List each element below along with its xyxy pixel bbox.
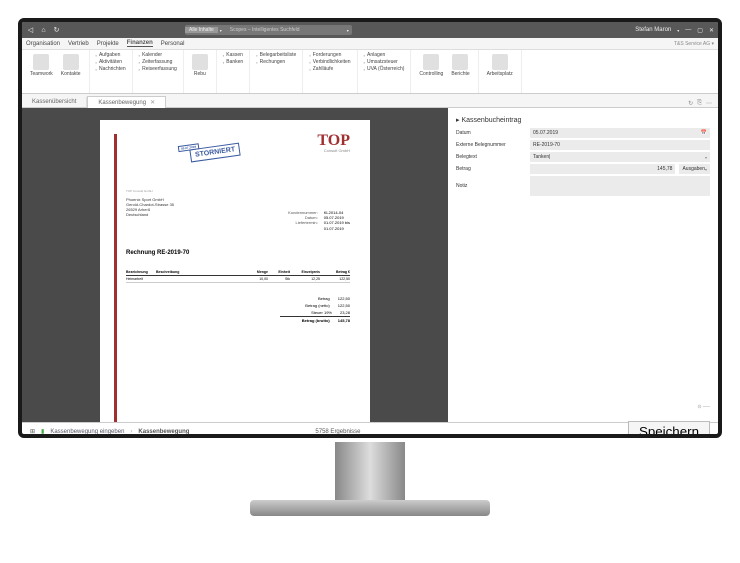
calendar-icon[interactable]: 📅 — [701, 130, 707, 136]
berichte-icon — [452, 54, 468, 70]
ribbon-rechnungen[interactable]: Rechungen — [256, 59, 296, 65]
teamwork-icon — [33, 54, 49, 70]
label-datum: Datum — [456, 130, 526, 136]
totals: Betrag122,50 Betrag (netto)122,50 Steuer… — [280, 295, 350, 324]
menu-organisation[interactable]: Organisation — [26, 41, 60, 47]
ribbon-kassen[interactable]: Kassen — [223, 52, 243, 58]
document-viewer: TOP Consult GmbH 05.07.2019 STORNIERT TO… — [22, 108, 448, 422]
ribbon-aufgaben[interactable]: Aufgaben — [96, 52, 126, 58]
ribbon-berichte[interactable]: Berichte — [449, 52, 471, 79]
storniert-stamp: 05.07.2019 STORNIERT — [189, 143, 241, 163]
breadcrumb-separator: › — [130, 429, 132, 435]
ribbon-rebu[interactable]: Rebu — [190, 52, 210, 79]
brand-bar — [114, 134, 117, 422]
tab-tool-3-icon[interactable]: ⋯ — [706, 100, 712, 107]
menubar: Organisation Vertrieb Projekte Finanzen … — [22, 38, 718, 50]
label-belegtext: Belegtext — [456, 154, 526, 160]
user-chevron-icon[interactable]: ▾ — [677, 28, 679, 33]
user-name[interactable]: Stefan Maron — [635, 27, 671, 33]
ribbon-forderungen[interactable]: Forderungen — [309, 52, 350, 58]
ribbon-kontakte[interactable]: Kontakte — [59, 52, 83, 79]
company-logo: TOP — [317, 134, 350, 148]
tab-kassenbewegung[interactable]: Kassenbewegung✕ — [87, 96, 166, 108]
ribbon-teamwork[interactable]: Teamwork — [28, 52, 55, 79]
status-icon-1[interactable]: ⊞ — [30, 428, 35, 435]
controlling-icon — [423, 54, 439, 70]
mini-status-icon[interactable]: ⊙ ── — [697, 404, 710, 410]
chevron-down-icon[interactable]: ▾ — [705, 155, 707, 160]
tab-tool-2-icon[interactable]: ⎘ — [697, 100, 702, 107]
breadcrumb-current: Kassenbewegung — [138, 429, 189, 435]
select-betrag-typ[interactable]: Ausgaben ▾ — [679, 164, 710, 174]
ribbon-umsatzsteuer[interactable]: Umsatzsteuer — [364, 59, 405, 65]
ribbon: Teamwork Kontakte Aufgaben Aktivitäten N… — [22, 50, 718, 94]
rebu-icon — [192, 54, 208, 70]
ribbon-banken[interactable]: Banken — [223, 59, 243, 65]
recipient-address: TOP Consult GmbH Phoenix Sport GmbH Gero… — [126, 190, 174, 218]
ribbon-reiseerfassung[interactable]: Reiseerfassung — [139, 66, 177, 72]
document-title: Rechnung RE-2019-70 — [126, 250, 189, 256]
input-notiz[interactable] — [530, 176, 710, 196]
tab-close-icon[interactable]: ✕ — [150, 100, 155, 106]
ribbon-verbindlichkeiten[interactable]: Verbindlichkeiten — [309, 59, 350, 65]
search-input[interactable]: Scopes – Intelligentes Suchfeld — [224, 27, 344, 33]
input-belegnummer[interactable]: RE-2019-70 — [530, 140, 710, 150]
ribbon-controlling[interactable]: Controlling — [417, 52, 445, 79]
status-icon-2[interactable]: ▮ — [41, 428, 44, 435]
form-title: ▸ Kassenbucheintrag — [456, 116, 710, 124]
menu-projekte[interactable]: Projekte — [97, 41, 119, 47]
result-count: 5758 Ergebnisse — [315, 429, 360, 435]
statusbar: ⊞ ▮ Kassenbewegung eingeben › Kassenbewe… — [22, 422, 718, 438]
menu-personal[interactable]: Personal — [161, 41, 185, 47]
ribbon-anlagen[interactable]: Anlagen — [364, 52, 405, 58]
tab-kassenuebersicht[interactable]: Kassenübersicht — [22, 97, 87, 107]
maximize-icon[interactable]: ▢ — [697, 27, 703, 34]
company-subtitle: Consult GmbH — [317, 148, 350, 153]
label-betrag: Betrag — [456, 166, 526, 172]
ribbon-zeiterfassung[interactable]: Zeiterfassung — [139, 59, 177, 65]
close-icon[interactable]: ✕ — [709, 27, 714, 34]
company-selector[interactable]: T&S Service AG ▾ — [674, 41, 714, 47]
tab-tool-1-icon[interactable]: ↻ — [688, 100, 693, 107]
ribbon-belegarbeitsliste[interactable]: Belegarbeitsliste — [256, 52, 296, 58]
ribbon-zahllaeufe[interactable]: Zahlläufe — [309, 66, 350, 72]
menu-vertrieb[interactable]: Vertrieb — [68, 41, 89, 47]
save-button[interactable]: Speichern — [628, 421, 710, 438]
arbeitsplatz-icon — [492, 54, 508, 70]
breadcrumb-link[interactable]: Kassenbewegung eingeben — [50, 429, 124, 435]
label-belegnummer: Externe Belegnummer — [456, 142, 526, 148]
input-betrag[interactable]: 145,78 — [530, 164, 675, 174]
line-items-table: BezeichnungBeschreibungMengeEinheitEinze… — [126, 270, 350, 283]
document-tabs: Kassenübersicht Kassenbewegung✕ ↻ ⎘ ⋯ — [22, 94, 718, 108]
ribbon-aktivitaeten[interactable]: Aktivitäten — [96, 59, 126, 65]
ribbon-uva[interactable]: UVA (Österreich) — [364, 66, 405, 72]
menu-finanzen[interactable]: Finanzen — [127, 40, 153, 47]
search-box[interactable]: Alle Inhalte ▾ Scopes – Intelligentes Su… — [185, 25, 352, 35]
kontakte-icon — [63, 54, 79, 70]
ribbon-kalender[interactable]: Kalender — [139, 52, 177, 58]
search-scope-label[interactable]: Alle Inhalte — [185, 27, 218, 33]
document-metadata: Kundennummer:KL2014-04 Datum:05.07.2019 … — [278, 210, 350, 231]
search-chevron-icon[interactable]: ▾ — [344, 28, 352, 33]
ribbon-arbeitsplatz[interactable]: Arbeitsplatz — [485, 52, 515, 79]
form-panel: ▸ Kassenbucheintrag Datum 05.07.2019📅 Ex… — [448, 108, 718, 422]
chevron-down-icon[interactable]: ▾ — [705, 167, 707, 172]
home-icon[interactable]: ⌂ — [39, 26, 48, 35]
input-belegtext[interactable]: Tanken|▾ — [530, 152, 710, 162]
titlebar: ◁ ⌂ ↻ Alle Inhalte ▾ Scopes – Intelligen… — [22, 22, 718, 38]
nav-back-icon[interactable]: ◁ — [26, 26, 35, 35]
label-notiz: Notiz — [456, 183, 526, 189]
invoice-document: TOP Consult GmbH 05.07.2019 STORNIERT TO… — [100, 120, 370, 422]
ribbon-nachrichten[interactable]: Nachrichten — [96, 66, 126, 72]
input-datum[interactable]: 05.07.2019📅 — [530, 128, 710, 138]
minimize-icon[interactable]: — — [685, 27, 691, 33]
refresh-icon[interactable]: ↻ — [52, 26, 61, 35]
